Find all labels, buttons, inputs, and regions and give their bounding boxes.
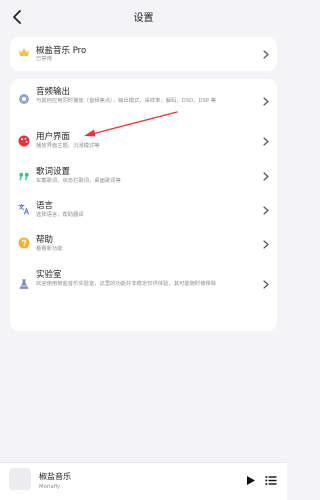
pro-card: 椒盐音乐 Pro 已禁用	[10, 37, 277, 71]
crown-icon	[18, 46, 30, 58]
settings-item-desc: 选择语言，帮助翻译	[36, 212, 84, 218]
settings-item-label: 椒盐音乐 Pro	[36, 46, 87, 56]
settings-item-desc: 播放界面主题，沉浸模式等	[36, 143, 100, 149]
settings-item-desc: 已禁用	[36, 56, 52, 62]
settings-item-label: 用户界面	[36, 132, 71, 142]
chevron-right-icon	[263, 50, 269, 59]
settings-item-desc: 车载歌词，状态栏歌词，桌面歌词等	[36, 178, 121, 184]
mini-player[interactable]: 椒盐音乐 Moriafly	[0, 462, 287, 500]
page-title: 设置	[133, 13, 154, 24]
settings-item-label: 歌词设置	[36, 167, 71, 177]
chevron-right-icon	[263, 137, 269, 146]
quote-icon	[18, 170, 30, 182]
help-icon	[18, 237, 30, 249]
flask-icon	[18, 278, 30, 290]
settings-item-lab[interactable]: 实验室 欢迎使用椒盐音乐实验室，这里的功能并非稳定仅供体验，其可能随时被移除	[10, 261, 277, 307]
settings-item-label: 语言	[36, 201, 54, 211]
song-title: 椒盐音乐	[39, 472, 71, 481]
chevron-right-icon	[263, 206, 269, 215]
palette-icon	[18, 135, 30, 147]
chevron-right-icon	[263, 172, 269, 181]
settings-page: 设置 椒盐音乐 Pro 已禁用 音频输出 与其他应用同时播放（音频焦点），输出模…	[0, 0, 287, 500]
chevron-right-icon	[263, 97, 269, 106]
translate-icon	[18, 203, 30, 215]
settings-item-language[interactable]: 语言 选择语言，帮助翻译	[10, 193, 277, 227]
settings-item-label: 帮助	[36, 235, 54, 245]
playlist-icon[interactable]	[265, 475, 277, 486]
play-icon[interactable]	[245, 475, 256, 486]
settings-item-label: 实验室	[36, 270, 62, 280]
album-cover[interactable]	[9, 468, 31, 490]
chevron-right-icon	[263, 240, 269, 249]
settings-item-help[interactable]: 帮助 看看新功能	[10, 227, 277, 261]
settings-item-label: 音频输出	[36, 87, 71, 97]
audio-output-icon	[18, 93, 30, 105]
settings-item-desc: 欢迎使用椒盐音乐实验室，这里的功能并非稳定仅供体验，其可能随时被移除	[36, 281, 217, 287]
artist-name: Moriafly	[39, 484, 61, 490]
settings-item-desc: 与其他应用同时播放（音频焦点），输出模式，采样率，解码，DSD，DSP 等	[36, 98, 217, 104]
settings-item-pro[interactable]: 椒盐音乐 Pro 已禁用	[10, 37, 277, 71]
top-bar: 设置	[0, 0, 287, 34]
settings-item-lyrics[interactable]: 歌词设置 车载歌词，状态栏歌词，桌面歌词等	[10, 159, 277, 193]
chevron-right-icon	[263, 280, 269, 289]
settings-item-desc: 看看新功能	[36, 246, 63, 252]
annotation-arrow	[84, 111, 178, 137]
